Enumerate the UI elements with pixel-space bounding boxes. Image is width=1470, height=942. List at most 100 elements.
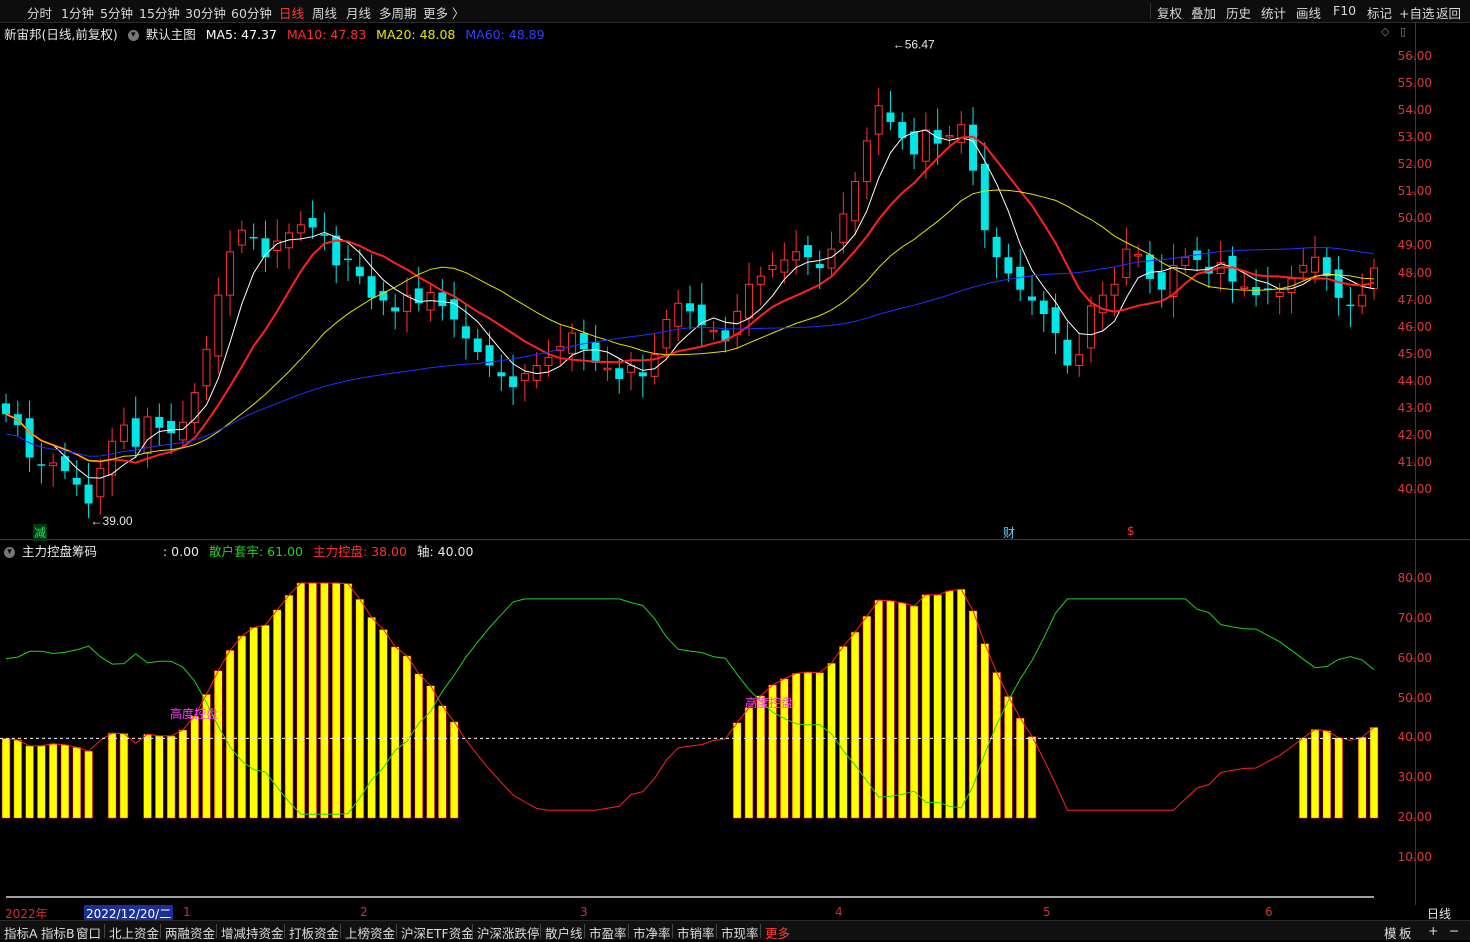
marker-reduce[interactable]: 减 [33,524,48,541]
tab-5min[interactable]: 5分钟 [100,3,133,22]
candle-down [497,372,506,377]
candle-up [674,302,683,327]
candle-up [96,467,105,498]
candle-up [1240,286,1249,290]
tab-pb[interactable]: 市净率 [633,923,671,942]
candle-up [851,180,860,222]
tab-list-funds[interactable]: 上榜资金 [345,923,395,942]
candle-up [178,421,187,441]
price-tick-label: 43.00 [1397,400,1432,415]
stats-button[interactable]: 统计 [1261,3,1286,22]
zoom-in-button[interactable]: + [1428,923,1438,938]
price-tick-label: 56.00 [1397,49,1432,63]
timeline-bar: 2022年 2022/12/20/二 1 2 3 4 5 6 日线 [0,905,1470,922]
f10-button[interactable]: F10 [1333,3,1356,18]
candle-down [1039,300,1048,315]
candle-down [1322,257,1331,277]
candle-up [1275,291,1284,298]
candle-down [167,420,176,434]
draw-line-button[interactable]: 画线 [1296,3,1321,22]
add-watchlist-button[interactable]: +自选 [1399,3,1434,22]
candle-down [391,307,400,312]
fuquan-button[interactable]: 复权 [1157,3,1182,22]
separator [760,924,761,938]
indicator-tick-label: 50.00 [1397,690,1432,705]
candle-up [1134,254,1143,257]
control-bar [119,733,129,819]
control-bar [225,649,235,819]
candle-down [438,292,447,306]
control-bar [48,743,58,819]
tab-30min[interactable]: 30分钟 [185,3,226,22]
month-3: 3 [580,905,588,919]
control-bar [933,594,942,819]
history-button[interactable]: 历史 [1226,3,1251,22]
marker-dollar[interactable]: $ [1127,524,1135,538]
tab-weekly[interactable]: 周线 [312,3,337,22]
tab-fenshi[interactable]: 分时 [27,3,52,22]
tab-indicator-a[interactable]: 指标A [4,923,38,942]
back-button[interactable]: 返回 [1436,3,1461,22]
tab-pe[interactable]: 市盈率 [589,923,627,942]
tab-northbound[interactable]: 北上资金 [109,923,159,942]
month-6: 6 [1265,905,1273,919]
control-bar [992,672,1001,819]
mark-button[interactable]: 标记 [1367,3,1392,22]
control-bar [261,624,270,819]
tab-60min[interactable]: 60分钟 [231,3,272,22]
tab-more[interactable]: 更多 〉 [423,3,464,22]
control-bar [1004,696,1013,819]
candle-down [1063,339,1072,366]
control-bar [909,605,919,819]
tab-retail-line[interactable]: 散户线 [545,923,583,942]
tab-indicator-b[interactable]: 指标B [41,923,75,942]
tab-1min[interactable]: 1分钟 [61,3,94,22]
candle-down [367,276,376,298]
separator [472,924,473,938]
tab-more[interactable]: 更多 [765,923,790,942]
tab-ps[interactable]: 市销率 [677,923,715,942]
tab-holding-change[interactable]: 增减持资金 [221,923,284,942]
candle-up [756,275,765,285]
tab-limit-stats[interactable]: 沪深涨跌停 [477,923,540,942]
control-bar [956,588,966,819]
control-bar [426,685,435,819]
candle-down [37,464,46,466]
overlay-button[interactable]: 叠加 [1191,3,1216,22]
control-bar [1298,737,1308,819]
marker-finance[interactable]: 财 [1003,524,1015,541]
tab-daily[interactable]: 日线 [279,3,304,22]
month-4: 4 [835,905,843,919]
candle-down [320,234,329,236]
candle-up [296,224,305,234]
candle-down [886,112,895,122]
tab-window[interactable]: 窗口 [76,923,101,942]
control-bar [815,672,825,819]
candlestick-chart[interactable]: ←56.47 ←39.00 [0,22,1415,537]
tab-monthly[interactable]: 月线 [346,3,371,22]
candle-down [615,368,624,380]
control-bar [72,747,82,819]
board-button[interactable]: 板 [1399,923,1412,942]
candle-up [921,129,930,162]
candle-down [1346,304,1355,307]
candle-up [1181,256,1190,266]
control-bar [390,646,400,819]
separator [540,924,541,938]
template-button[interactable]: 模 [1384,923,1397,942]
tab-multi-period[interactable]: 多周期 [379,3,417,22]
control-bar [744,707,754,819]
control-bar [213,670,223,819]
tab-pcf[interactable]: 市现率 [721,923,759,942]
control-bar [284,594,294,819]
candle-down [898,121,907,139]
tab-etf-funds[interactable]: 沪深ETF资金 [401,923,474,942]
candle-up [237,229,246,246]
tab-15min[interactable]: 15分钟 [139,3,180,22]
tab-margin[interactable]: 两融资金 [165,923,215,942]
tab-limit-up-funds[interactable]: 打板资金 [289,923,339,942]
candle-down [933,130,942,144]
separator [160,924,161,938]
zoom-out-button[interactable]: − [1449,923,1459,938]
low-price-label: ←39.00 [91,514,133,528]
